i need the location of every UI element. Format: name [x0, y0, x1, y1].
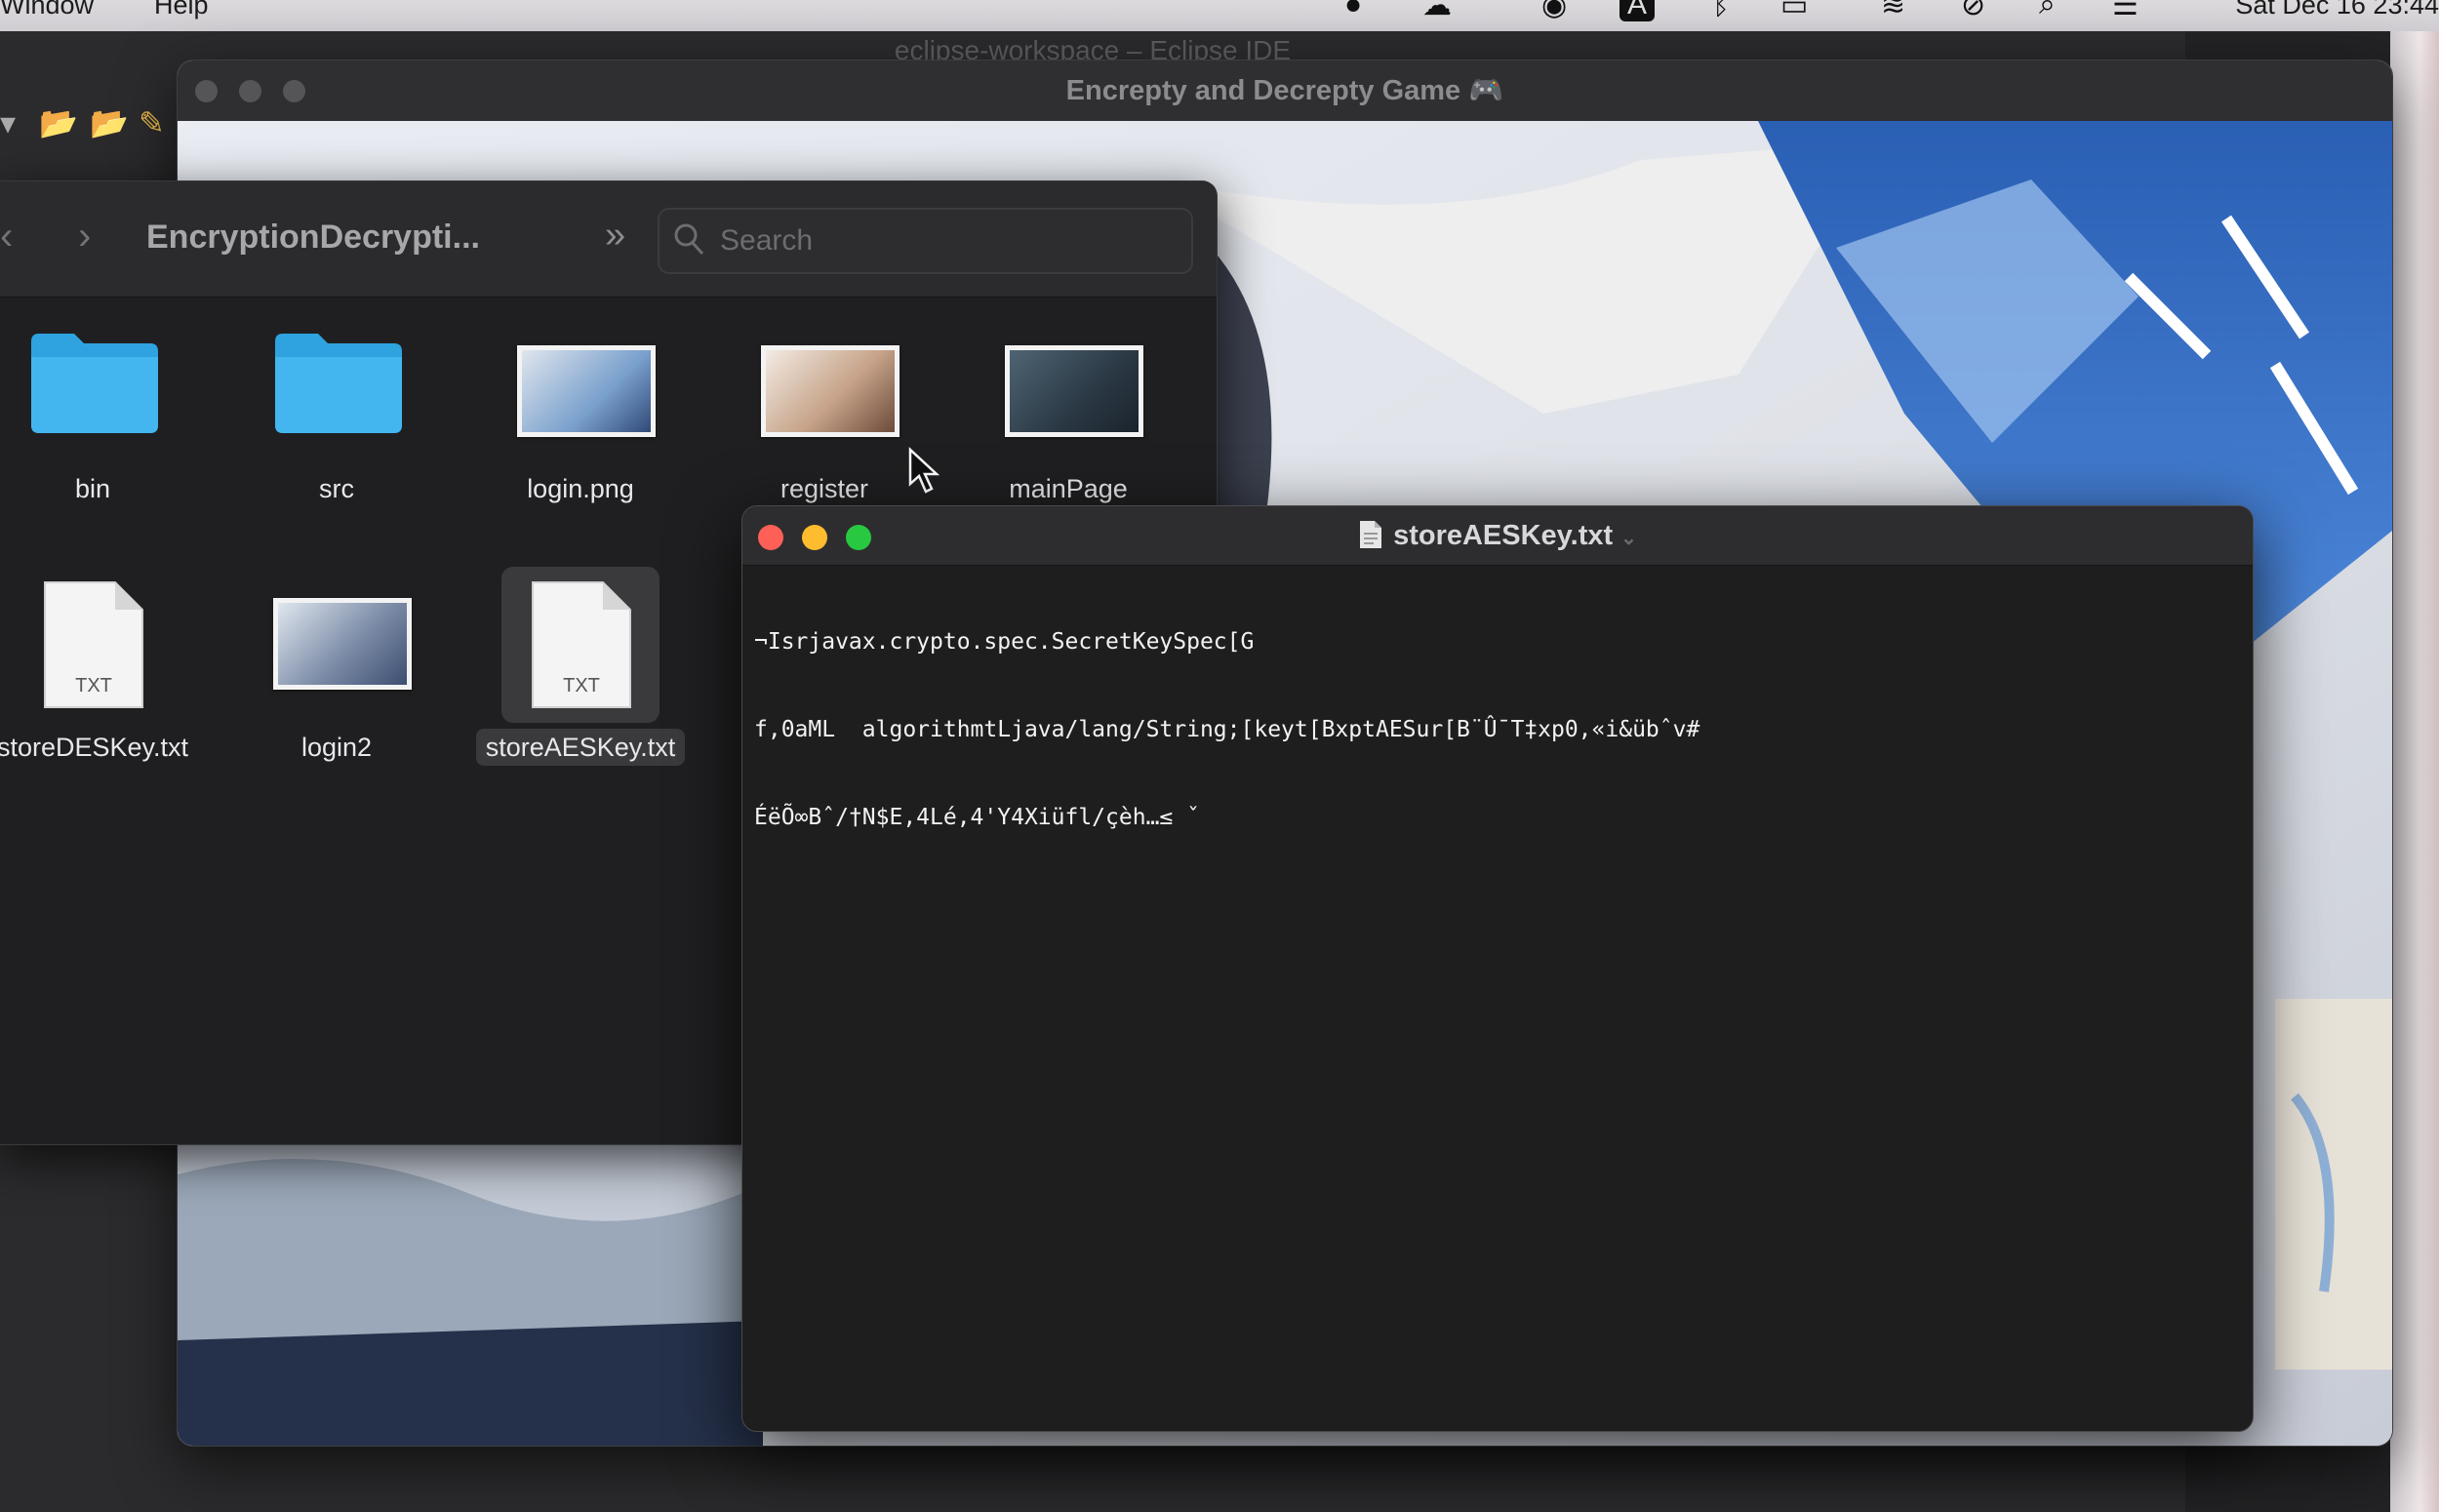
- menu-clock[interactable]: Sat Dec 16 23:44: [2235, 0, 2439, 20]
- chevron-left-icon[interactable]: ‹: [0, 215, 13, 259]
- control-center-icon[interactable]: ☰: [2112, 0, 2139, 22]
- folder-icon: [275, 334, 402, 433]
- document-icon: TXT: [532, 581, 631, 708]
- textedit-window[interactable]: storeAESKey.txt ⌄ ¬Isrjavax.crypto.spec.S…: [741, 505, 2254, 1432]
- file-item-storedeskey[interactable]: TXT storeDESKey.txt: [0, 577, 188, 762]
- text-editor-content[interactable]: ¬Isrjavax.crypto.spec.SecretKeySpec[G f,…: [754, 569, 2237, 891]
- textedit-titlebar[interactable]: storeAESKey.txt ⌄: [742, 506, 2253, 566]
- play-icon[interactable]: ◉: [1541, 0, 1567, 22]
- textedit-title-text: storeAESKey.txt: [1393, 520, 1614, 551]
- file-item-login-png[interactable]: login.png: [488, 328, 673, 513]
- image-thumbnail: [761, 345, 900, 437]
- image-thumbnail: [1005, 345, 1143, 437]
- file-item-storeaeskey[interactable]: TXT storeAESKey.txt: [475, 567, 687, 766]
- wechat-icon[interactable]: ☁: [1422, 0, 1452, 22]
- file-item-register[interactable]: register: [732, 328, 917, 513]
- file-label: storeAESKey.txt: [449, 729, 712, 766]
- text-line: ¬Isrjavax.crypto.spec.SecretKeySpec[G: [754, 629, 1255, 655]
- toolbar-dropdown-icon[interactable]: ▾: [0, 104, 16, 141]
- text-line: f,0aML algorithmtLjava/lang/String;[keyt…: [754, 717, 1700, 742]
- file-item-bin[interactable]: bin: [0, 328, 185, 513]
- file-item-login2[interactable]: login2: [244, 577, 429, 762]
- battery-icon[interactable]: ▭: [1780, 0, 1808, 22]
- search-field[interactable]: Search: [658, 208, 1193, 274]
- chevron-right-icon[interactable]: ›: [78, 215, 91, 259]
- finder-path-title: EncryptionDecrypti...: [146, 219, 480, 256]
- folder-icon: [31, 334, 158, 433]
- background-app-strip: [2390, 31, 2439, 1512]
- text-line: ÉëÕ∞Bˆ/†N$E,4Lé,4'Y4Xiüfl/çèh…≤ ˇ: [754, 805, 1200, 830]
- open-folder-icon[interactable]: 📂: [39, 104, 78, 141]
- document-icon: [1360, 521, 1382, 548]
- game-title: Encrepty and Decrepty Game 🎮: [1065, 75, 1504, 106]
- finder-toolbar: ‹ › EncryptionDecrypti... » Search: [0, 181, 1217, 298]
- file-item-src[interactable]: src: [244, 328, 429, 513]
- file-label: login2: [300, 733, 373, 762]
- file-label: src: [319, 474, 354, 503]
- search-placeholder: Search: [720, 224, 814, 257]
- file-label: bin: [74, 474, 111, 503]
- chevron-down-icon[interactable]: ⌄: [1620, 528, 1637, 549]
- input-source-icon[interactable]: A: [1619, 0, 1656, 21]
- menu-bar: Window Help ● ☁ ◉ A ᛒ ▭ ≋ ⊘ ⌕ ☰ Sat Dec …: [0, 0, 2439, 31]
- txt-badge: TXT: [563, 675, 600, 696]
- mute-icon[interactable]: ⊘: [1961, 0, 1985, 22]
- image-thumbnail: [273, 598, 412, 690]
- eclipse-toolbar: ▾ 📂 📂 ✎: [0, 104, 185, 153]
- open-folder-icon-2[interactable]: 📂: [90, 104, 129, 141]
- search-icon: [674, 223, 704, 256]
- status-app-icon[interactable]: ●: [1344, 0, 1362, 21]
- file-item-mainpage[interactable]: mainPage: [976, 328, 1161, 513]
- file-label: login.png: [527, 474, 634, 503]
- bluetooth-icon[interactable]: ᛒ: [1712, 0, 1730, 21]
- double-chevron-icon[interactable]: »: [605, 215, 625, 257]
- file-label: storeDESKey.txt: [0, 733, 189, 762]
- txt-badge: TXT: [75, 675, 112, 696]
- file-label-text: storeAESKey.txt: [475, 729, 686, 766]
- menu-window[interactable]: Window: [0, 0, 94, 20]
- game-titlebar[interactable]: Encrepty and Decrepty Game 🎮: [178, 60, 2392, 122]
- pencil-icon[interactable]: ✎: [139, 104, 165, 141]
- wifi-icon[interactable]: ≋: [1881, 0, 1905, 22]
- file-label: mainPage: [1009, 474, 1128, 503]
- menu-help[interactable]: Help: [154, 0, 209, 20]
- mouse-cursor-icon: [908, 447, 940, 494]
- document-icon: TXT: [44, 581, 143, 708]
- spotlight-icon[interactable]: ⌕: [2039, 0, 2056, 21]
- image-thumbnail: [517, 345, 656, 437]
- textedit-title: storeAESKey.txt ⌄: [742, 506, 2253, 568]
